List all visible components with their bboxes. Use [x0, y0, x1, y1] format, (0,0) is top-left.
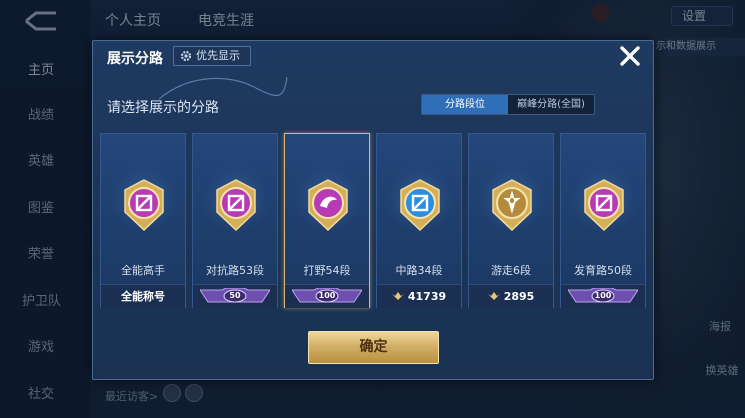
close-icon[interactable]	[617, 43, 643, 69]
jungle-emblem-icon	[308, 179, 348, 232]
lane-cards: 全能高手 全能称号 对抗路53段 50 打野54段 100 中路34段 41739 游走6段 28…	[100, 133, 648, 309]
peak-score-icon	[487, 292, 500, 300]
rank-badge-value: 50	[229, 291, 241, 300]
mid-lane-emblem-icon	[400, 179, 440, 232]
priority-display-button[interactable]: 优先显示	[173, 46, 251, 66]
farm-lane-emblem-icon	[584, 179, 624, 232]
title-text: 全能称号	[121, 290, 165, 303]
peak-score-icon	[391, 292, 404, 300]
lane-card-jungle[interactable]: 打野54段 100	[284, 133, 370, 308]
lane-card-name: 全能高手	[121, 264, 165, 277]
toggle-lane-rank[interactable]: 分路段位	[422, 95, 508, 114]
rank-badge-value: 100	[594, 291, 612, 300]
lane-card-clash-lane[interactable]: 对抗路53段 50	[192, 133, 278, 308]
lane-card-bar: 全能称号	[101, 284, 185, 308]
lane-card-bar: 100	[285, 284, 369, 308]
all-round-emblem-icon	[124, 179, 164, 232]
lane-card-farm-lane[interactable]: 发育路50段 100	[560, 133, 646, 308]
lane-card-bar: 2895	[469, 284, 553, 308]
confirm-button[interactable]: 确定	[308, 331, 439, 364]
modal-title: 展示分路	[107, 51, 163, 67]
lane-display-modal: 展示分路 优先显示 请选择展示的分路 分路段位 巅峰分路(全国) 全能高手全能称…	[92, 40, 654, 380]
lane-card-name: 对抗路53段	[206, 264, 264, 277]
modal-subtitle: 请选择展示的分路	[107, 100, 219, 116]
lane-card-name: 发育路50段	[574, 264, 632, 277]
rank-badge-value: 100	[318, 291, 336, 300]
lane-card-name: 游走6段	[491, 264, 531, 277]
peak-score-value: 41739	[407, 290, 447, 303]
clash-lane-emblem-icon	[216, 179, 256, 232]
roam-emblem-icon	[492, 179, 532, 232]
gear-icon	[180, 50, 192, 62]
lane-card-name: 打野54段	[303, 264, 351, 277]
peak-score-value: 2895	[503, 290, 535, 303]
lane-card-bar: 100	[561, 284, 645, 308]
priority-label: 优先显示	[196, 49, 240, 62]
lane-card-bar: 41739	[377, 284, 461, 308]
lane-card-name: 中路34段	[395, 264, 443, 277]
lane-card-bar: 50	[193, 284, 277, 308]
lane-type-toggle[interactable]: 分路段位 巅峰分路(全国)	[421, 94, 595, 115]
lane-card-roam[interactable]: 游走6段 2895	[468, 133, 554, 308]
toggle-peak-lane[interactable]: 巅峰分路(全国)	[508, 95, 594, 114]
lane-card-mid-lane[interactable]: 中路34段 41739	[376, 133, 462, 308]
lane-card-all-round[interactable]: 全能高手 全能称号	[100, 133, 186, 308]
